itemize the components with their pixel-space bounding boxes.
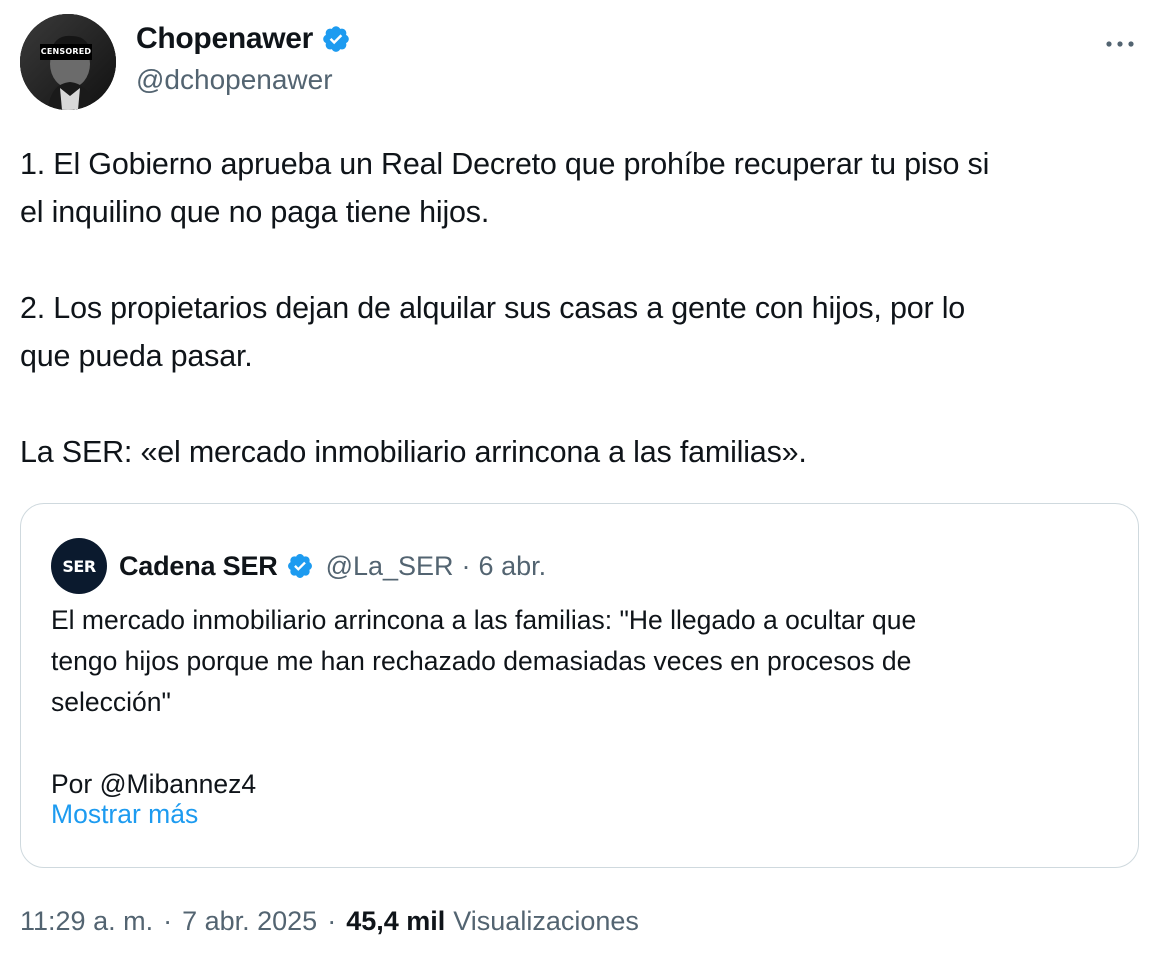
tweet-text: 1. El Gobierno aprueba un Real Decreto q… bbox=[20, 140, 1140, 476]
verified-badge-icon bbox=[287, 554, 312, 578]
tweet-line: el inquilino que no paga tiene hijos. bbox=[20, 195, 490, 229]
tweet-meta: 11:29 a. m. · 7 abr. 2025 · 45,4 mil Vis… bbox=[20, 906, 639, 937]
ser-logo-text: SER bbox=[62, 556, 96, 576]
avatar-censored-label: CENSORED bbox=[40, 47, 92, 56]
views-label: Visualizaciones bbox=[453, 906, 639, 936]
tweet-time[interactable]: 11:29 a. m. bbox=[20, 906, 153, 937]
separator-dot: · bbox=[461, 550, 471, 581]
quoted-tweet-text: El mercado inmobiliario arrincona a las … bbox=[51, 600, 1111, 805]
separator-dot: · bbox=[327, 906, 337, 936]
views-count[interactable]: 45,4 mil bbox=[346, 906, 445, 937]
verified-badge-icon bbox=[323, 26, 349, 52]
separator-dot: · bbox=[163, 906, 173, 936]
quoted-tweet-card[interactable]: SER Cadena SER @La_SER · 6 abr. El merca… bbox=[20, 503, 1139, 868]
tweet-line: 2. Los propietarios dejan de alquilar su… bbox=[20, 291, 966, 325]
author-avatar[interactable]: CENSORED bbox=[20, 14, 116, 110]
quote-line: selección" bbox=[51, 687, 171, 717]
tweet-date[interactable]: 7 abr. 2025 bbox=[182, 906, 317, 937]
author-name[interactable]: Chopenawer bbox=[136, 22, 313, 56]
tweet-line: 1. El Gobierno aprueba un Real Decreto q… bbox=[20, 147, 990, 181]
more-options-icon[interactable] bbox=[1102, 34, 1138, 54]
quote-line: El mercado inmobiliario arrincona a las … bbox=[51, 605, 917, 635]
author-info: Chopenawer @dchopenawer bbox=[136, 22, 351, 96]
quote-line: tengo hijos porque me han rechazado dema… bbox=[51, 646, 912, 676]
quoted-author-name[interactable]: Cadena SER bbox=[119, 551, 278, 582]
tweet-line: que pueda pasar. bbox=[20, 339, 253, 373]
quote-line: Por @Mibannez4 bbox=[51, 769, 257, 799]
avatar-image bbox=[20, 14, 116, 110]
cadena-ser-avatar[interactable]: SER bbox=[51, 538, 107, 594]
quoted-tweet-header: SER Cadena SER @La_SER · 6 abr. bbox=[51, 538, 546, 594]
quoted-tweet-date[interactable]: 6 abr. bbox=[479, 551, 547, 582]
quote-blank-line bbox=[51, 723, 1111, 764]
quoted-author-handle[interactable]: @La_SER bbox=[326, 551, 454, 582]
tweet-line: La SER: «el mercado inmobiliario arrinco… bbox=[20, 435, 807, 469]
show-more-link[interactable]: Mostrar más bbox=[51, 799, 198, 830]
author-handle[interactable]: @dchopenawer bbox=[136, 64, 351, 96]
